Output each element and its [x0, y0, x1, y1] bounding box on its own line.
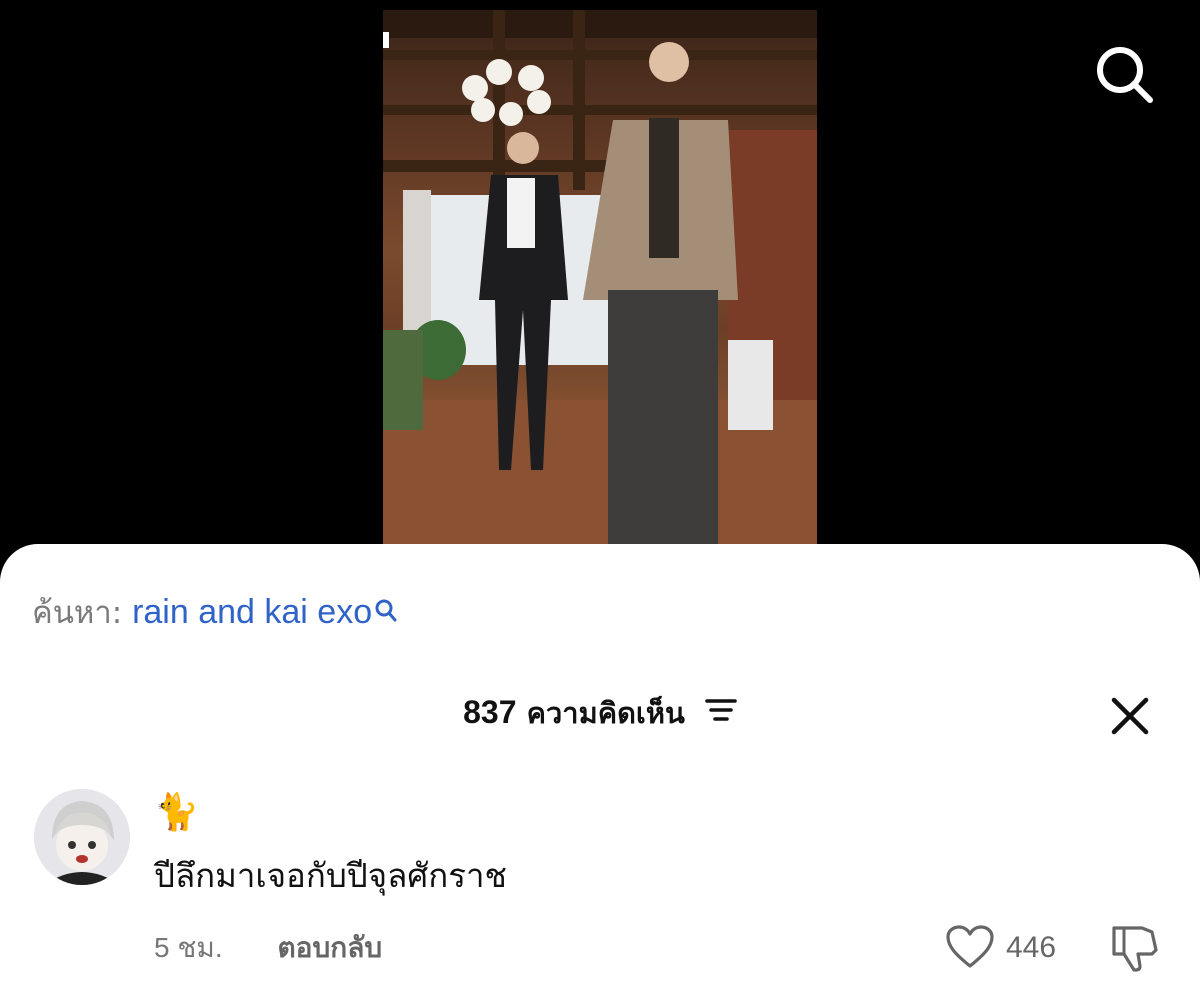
close-icon	[1111, 697, 1149, 735]
avatar-illustration	[34, 789, 130, 885]
close-button[interactable]	[1108, 694, 1152, 738]
comment-meta: 5 ชม. ตอบกลับ	[154, 928, 382, 968]
comments-label: ความคิดเห็น	[526, 696, 685, 730]
search-icon	[1097, 47, 1153, 103]
search-label: ค้นหา:	[32, 595, 123, 631]
thumbs-down-icon	[1112, 926, 1158, 972]
video-player[interactable]	[383, 10, 817, 544]
dislike-button[interactable]	[1108, 922, 1160, 974]
like-count: 446	[1006, 931, 1057, 964]
comments-header: 837 ความคิดเห็น	[0, 692, 1200, 733]
search-query-link[interactable]: rain and kai exo	[132, 593, 372, 631]
comment-time: 5 ชม.	[154, 932, 223, 963]
search-suggestion[interactable]: ค้นหา: rain and kai exo	[32, 592, 398, 634]
comments-count: 837	[463, 694, 517, 730]
video-area[interactable]	[0, 0, 1200, 560]
comments-sheet: ค้นหา: rain and kai exo 837 ความคิดเห็น	[0, 544, 1200, 985]
comment-author[interactable]: 🐈	[154, 792, 199, 834]
avatar[interactable]	[34, 789, 130, 885]
sort-icon[interactable]	[705, 693, 737, 733]
search-button[interactable]	[1090, 40, 1160, 110]
search-icon	[374, 594, 398, 634]
reply-button[interactable]: ตอบกลับ	[278, 931, 383, 964]
heart-icon	[946, 925, 994, 968]
video-thumbnail	[383, 10, 817, 544]
like-button[interactable]	[945, 924, 995, 970]
comment-text: ปีลึกมาเจอกับปีจุลศักราช	[154, 856, 507, 895]
